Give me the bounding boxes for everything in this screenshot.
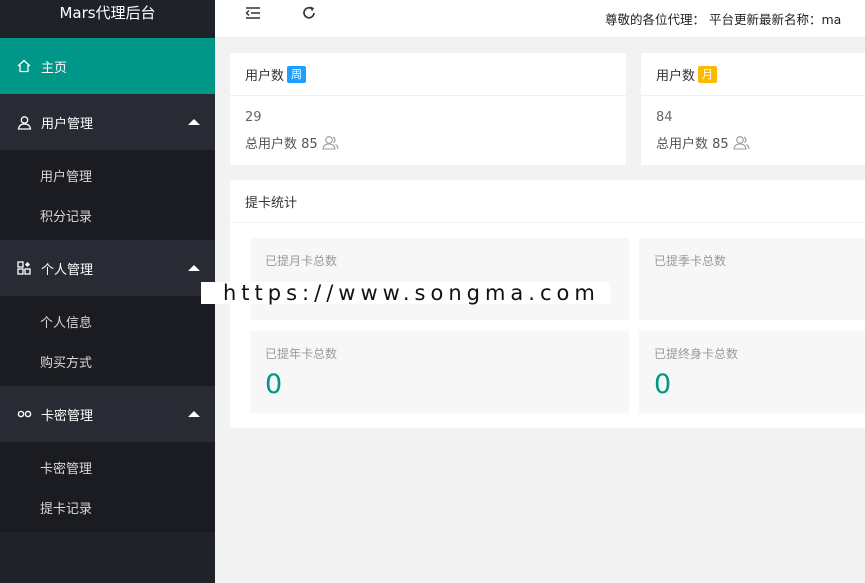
week-badge: 周: [287, 65, 307, 83]
submenu-user-management: 用户管理 积分记录: [0, 150, 215, 240]
sidebar-item-points-record[interactable]: 积分记录: [0, 195, 215, 235]
total-users-line: 总用户数 85: [245, 133, 339, 152]
submenu-card-management: 卡密管理 提卡记录: [0, 442, 215, 532]
caret-up-icon: [188, 119, 200, 125]
stat-tile-quarterly: 已提季卡总数: [639, 238, 865, 320]
link-icon: [16, 406, 32, 422]
refresh-icon[interactable]: [300, 4, 318, 22]
stat-label: 已提终身卡总数: [654, 347, 739, 361]
stat-tile-monthly: 已提月卡总数: [250, 238, 629, 320]
card-header: 提卡统计: [230, 180, 865, 223]
sidebar-group-label: 卡密管理: [41, 408, 94, 424]
weekly-users-card: 用户数 周 29 总用户数 85: [230, 53, 626, 165]
card-title: 用户数: [656, 68, 696, 84]
sidebar-item-purchase-method[interactable]: 购买方式: [0, 341, 215, 381]
submenu-personal-management: 个人信息 购买方式: [0, 296, 215, 386]
sidebar-group-label: 个人管理: [41, 262, 94, 278]
weekly-user-count: 29: [245, 110, 262, 125]
monthly-users-card: 用户数 月 84 总用户数 85: [641, 53, 865, 165]
sidebar-item-user-management[interactable]: 用户管理: [0, 155, 215, 195]
watermark: https://www.songma.com: [201, 282, 610, 304]
stat-value: 0: [654, 369, 672, 400]
sidebar-group-user-management[interactable]: 用户管理: [0, 94, 215, 150]
card-title: 用户数: [245, 68, 285, 84]
caret-up-icon: [188, 265, 200, 271]
sidebar-group-card-management[interactable]: 卡密管理: [0, 386, 215, 442]
sidebar-group-label: 用户管理: [41, 116, 94, 132]
stat-label: 已提年卡总数: [265, 347, 338, 361]
total-users-line: 总用户数 85: [656, 133, 750, 152]
monthly-user-count: 84: [656, 110, 673, 125]
caret-up-icon: [188, 411, 200, 417]
sidebar-group-personal-management[interactable]: 个人管理: [0, 240, 215, 296]
sidebar: Mars代理后台 主页 用户管理 用户管理 积分记录 个人管理 个人信息 购买方…: [0, 0, 215, 583]
apps-icon: [16, 260, 32, 276]
stat-label: 已提季卡总数: [654, 254, 727, 268]
card-header: 用户数 月: [641, 53, 865, 96]
total-users-text: 总用户数 85: [656, 137, 729, 152]
sidebar-item-extract-record[interactable]: 提卡记录: [0, 487, 215, 527]
sidebar-item-home[interactable]: 主页: [0, 38, 215, 94]
sidebar-item-card-management[interactable]: 卡密管理: [0, 447, 215, 487]
brand-title: Mars代理后台: [59, 3, 156, 22]
month-badge: 月: [698, 65, 718, 83]
card-title: 提卡统计: [245, 195, 298, 211]
card-header: 用户数 周: [230, 53, 626, 96]
menu-toggle-icon[interactable]: [244, 4, 262, 22]
top-header: 尊敬的各位代理： 平台更新最新名称：ma: [215, 0, 865, 38]
stat-value: 0: [265, 369, 283, 400]
sidebar-item-personal-info[interactable]: 个人信息: [0, 301, 215, 341]
stat-tile-yearly: 已提年卡总数 0: [250, 331, 629, 413]
announcement-text: 尊敬的各位代理： 平台更新最新名称：ma: [605, 12, 842, 27]
users-icon: [733, 135, 750, 150]
stat-tile-lifetime: 已提终身卡总数 0: [639, 331, 865, 413]
user-icon: [16, 114, 32, 130]
sidebar-item-label: 主页: [41, 60, 68, 76]
home-icon: [16, 58, 32, 74]
users-icon: [322, 135, 339, 150]
stat-label: 已提月卡总数: [265, 254, 338, 268]
total-users-text: 总用户数 85: [245, 137, 318, 152]
